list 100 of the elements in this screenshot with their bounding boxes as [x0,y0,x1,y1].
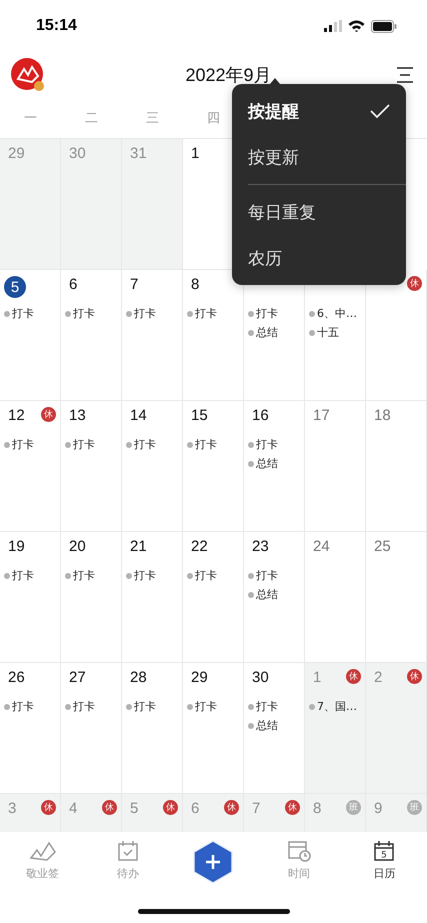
event-dot [126,310,132,316]
event-label: 打卡 [134,699,156,714]
day-number: 3 [7,800,16,817]
day-number: 25 [373,538,391,555]
signal-icon [324,20,342,32]
status-time: 15:14 [36,17,77,35]
event-dot [4,310,10,316]
event-dot [248,722,254,728]
workday-badge: 班 [346,800,361,815]
event-label: 打卡 [73,437,95,452]
day-number: 12 [7,407,25,424]
event-dot [4,704,10,710]
event-label: 总结 [256,456,278,471]
event-label: 打卡 [195,568,217,583]
day-cell[interactable]: 12 休 打卡 [0,401,61,532]
holiday-badge: 休 [41,800,56,815]
day-cell[interactable]: 13 打卡 [61,401,122,532]
day-cell[interactable]: 5 打卡 [0,270,61,401]
day-number: 22 [190,538,208,555]
menu-item[interactable]: 按提醒 [232,88,406,134]
day-cell[interactable]: 28 打卡 [122,663,183,794]
event-dot [309,330,315,336]
day-number: 18 [373,407,391,424]
weekday-label: 三 [145,110,160,127]
app-logo-icon[interactable] [10,57,46,93]
event-dot [248,592,254,598]
day-cell[interactable]: 25 [366,532,427,663]
day-cell[interactable]: 21 打卡 [122,532,183,663]
event-label: 打卡 [73,699,95,714]
event-label: 十五 [317,325,339,340]
day-cell[interactable]: 7 打卡 [122,270,183,401]
holiday-badge: 休 [163,800,178,815]
month-title[interactable]: 2022年9月 [185,63,272,87]
event-label: 总结 [256,325,278,340]
day-cell[interactable]: 1 休 7、国… [305,663,366,794]
event-label: 打卡 [256,699,278,714]
day-cell[interactable]: 4 休 [61,794,122,832]
day-number: 17 [312,407,330,424]
event-dot [126,572,132,578]
day-cell[interactable]: 22 打卡 [183,532,244,663]
day-cell[interactable]: 24 [305,532,366,663]
event-dot [4,442,10,448]
day-cell[interactable]: 14 打卡 [122,401,183,532]
day-cell[interactable]: 休 [366,270,427,401]
day-cell[interactable]: 30 打卡 总结 [244,663,305,794]
day-number: 15 [190,407,208,424]
day-number: 5 [129,800,138,817]
event-dot [65,704,71,710]
day-number: 29 [190,669,208,686]
day-number: 16 [251,407,269,424]
event-dot [248,572,254,578]
day-cell[interactable]: 15 打卡 [183,401,244,532]
event-dot [65,310,71,316]
day-number: 23 [251,538,269,555]
day-cell[interactable]: 19 打卡 [0,532,61,663]
today-date: 5 [4,276,26,298]
day-cell[interactable]: 7 休 [244,794,305,832]
event-label: 打卡 [256,437,278,452]
day-number: 2 [373,669,382,686]
day-number: 31 [129,145,147,162]
event-dot [248,310,254,316]
day-number: 24 [312,538,330,555]
calendar-check-icon [117,840,140,862]
day-cell[interactable]: 6 休 [183,794,244,832]
battery-icon [371,20,397,32]
event-dot [65,572,71,578]
day-cell[interactable]: 16 打卡 总结 [244,401,305,532]
event-label: 打卡 [195,437,217,452]
day-cell[interactable]: 29 打卡 [183,663,244,794]
day-cell[interactable]: 17 [305,401,366,532]
holiday-badge: 休 [407,276,422,291]
day-cell[interactable]: 5 休 [122,794,183,832]
day-cell[interactable]: 26 打卡 [0,663,61,794]
event-dot [65,442,71,448]
event-label: 打卡 [73,306,95,321]
day-cell[interactable]: 18 [366,401,427,532]
day-number: 21 [129,538,147,555]
event-label: 打卡 [134,437,156,452]
wifi-icon [348,20,365,32]
day-cell[interactable]: 20 打卡 [61,532,122,663]
event-dot [248,442,254,448]
day-cell[interactable]: 3 休 [0,794,61,832]
add-button[interactable] [193,840,234,884]
weekday-label: 二 [84,110,99,127]
event-label: 打卡 [195,699,217,714]
holiday-badge: 休 [41,407,56,422]
day-cell[interactable]: 23 打卡 总结 [244,532,305,663]
event-label: 打卡 [12,437,34,452]
day-cell[interactable]: 2 休 [366,663,427,794]
event-label: 总结 [256,718,278,733]
weekday-label: 四 [206,110,221,127]
day-number: 13 [68,407,86,424]
day-number: 7 [129,276,138,293]
tab-item[interactable]: 5 日历 [342,840,427,881]
workday-badge: 班 [407,800,422,815]
day-cell[interactable]: 27 打卡 [61,663,122,794]
day-cell[interactable]: 6 打卡 [61,270,122,401]
menu-icon[interactable] [395,66,415,84]
day-number: 30 [251,669,269,686]
day-number: 14 [129,407,147,424]
